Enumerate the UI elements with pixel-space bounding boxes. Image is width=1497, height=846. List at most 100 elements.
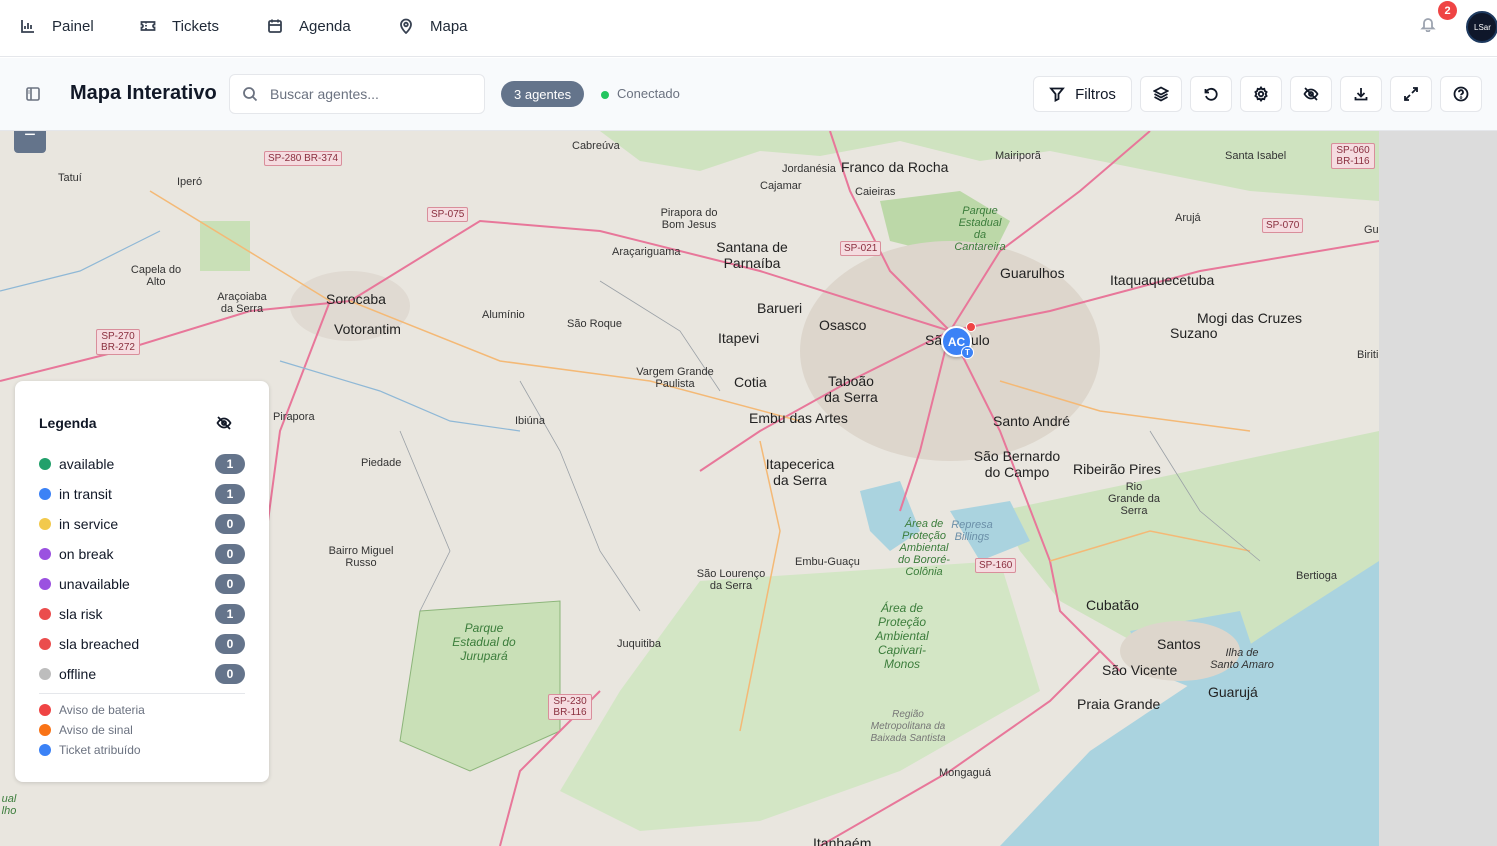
- zoom-out-button[interactable]: −: [14, 131, 46, 153]
- park-label: Área de Proteção Ambiental Capivari-Mono…: [875, 601, 929, 671]
- place-label: São Roque: [567, 318, 623, 330]
- place-label: Cabreúva: [572, 140, 620, 152]
- notifications-button[interactable]: [1420, 16, 1440, 36]
- place-label: São Vicente: [1102, 662, 1178, 678]
- place-label: Embu-Guaçu: [795, 556, 860, 568]
- place-label: Ribeirão Pires: [1073, 461, 1161, 477]
- park-label: Área de Proteção Ambiental do Bororé-Col…: [898, 518, 950, 578]
- fullscreen-button[interactable]: [1390, 76, 1432, 112]
- panel-left-icon: [26, 87, 40, 101]
- legend-label: sla breached: [59, 636, 140, 652]
- hide-agents-button[interactable]: [1290, 76, 1332, 112]
- indicator-dot: [39, 744, 51, 756]
- nav-item-mapa[interactable]: Mapa: [398, 0, 468, 52]
- help-button[interactable]: [1440, 76, 1482, 112]
- place-label: Votorantim: [334, 321, 401, 337]
- refresh-button[interactable]: [1190, 76, 1232, 112]
- filter-icon: [1049, 87, 1065, 102]
- legend-indicator-label: Aviso de bateria: [59, 703, 145, 717]
- nav-item-label: Painel: [52, 17, 94, 35]
- legend-count: 0: [215, 664, 245, 684]
- place-label: Bertioga: [1296, 570, 1337, 582]
- forest-area: [560, 561, 1040, 831]
- legend-title: Legenda: [39, 415, 97, 431]
- place-label: Santana de Parnaíba: [716, 239, 788, 271]
- download-button[interactable]: [1340, 76, 1382, 112]
- legend-item-available: available 1: [39, 454, 245, 474]
- filters-label: Filtros: [1075, 85, 1116, 103]
- gear-icon: [1254, 86, 1268, 102]
- legend-item-offline: offline 0: [39, 664, 245, 684]
- park-label: ual lho: [1, 793, 17, 817]
- download-icon: [1354, 88, 1368, 101]
- nav-item-tickets[interactable]: Tickets: [140, 0, 219, 52]
- notification-badge: 2: [1438, 1, 1457, 20]
- layers-button[interactable]: [1140, 76, 1182, 112]
- nav-item-painel[interactable]: Painel: [20, 0, 94, 52]
- place-label: Piedade: [361, 457, 402, 469]
- agents-count-badge: 3 agentes: [501, 81, 585, 107]
- place-label: Cubatão: [1086, 597, 1139, 613]
- legend-indicator-label: Ticket atribuído: [59, 743, 141, 757]
- place-label: Mongaguá: [939, 767, 991, 779]
- avatar-text: LSar: [1474, 22, 1491, 32]
- place-label: Arujá: [1175, 212, 1201, 224]
- settings-button[interactable]: [1240, 76, 1282, 112]
- place-label: Osasco: [819, 317, 867, 333]
- search-icon: [243, 87, 258, 102]
- calendar-icon: [268, 19, 282, 33]
- region-label: Região Metropolitana da Baixada Santista: [870, 709, 946, 744]
- nav-item-label: Mapa: [430, 17, 468, 35]
- route-shield: SP-280 BR-374: [264, 151, 343, 166]
- legend-count: 0: [215, 574, 245, 594]
- place-label: Praia Grande: [1077, 696, 1161, 712]
- legend-count: 0: [215, 634, 245, 654]
- legend-item-sla-breached: sla breached 0: [39, 634, 245, 654]
- sidebar-toggle-button[interactable]: [25, 86, 43, 104]
- map-legend: Legenda available 1 in transit 1 in serv…: [15, 381, 269, 782]
- avatar[interactable]: LSar: [1466, 11, 1497, 43]
- place-label: Capela do Alto: [130, 264, 182, 288]
- legend-hide-button[interactable]: [216, 415, 234, 433]
- legend-item-in-service: in service 0: [39, 514, 245, 534]
- map-pin-icon: [400, 18, 412, 34]
- connection-status-dot: [601, 91, 609, 99]
- legend-label: unavailable: [59, 576, 130, 592]
- place-label: Pirapora: [273, 411, 315, 423]
- water-label: Represa Billings: [951, 519, 993, 543]
- legend-indicator-ticket: Ticket atribuído: [39, 743, 141, 757]
- search-input[interactable]: [270, 86, 470, 102]
- place-label: Barueri: [757, 300, 803, 316]
- place-label: Juquitiba: [617, 638, 662, 650]
- connection-status-label: Conectado: [617, 86, 680, 101]
- eye-off-icon: [216, 416, 232, 430]
- legend-divider: [39, 693, 245, 694]
- indicator-dot: [39, 704, 51, 716]
- legend-indicator-signal: Aviso de sinal: [39, 723, 133, 737]
- place-label: Jordanésia: [782, 163, 836, 175]
- place-label: Alumínio: [482, 309, 525, 321]
- route-shield: SP-060 BR-116: [1331, 143, 1375, 169]
- place-label: Itapevi: [718, 330, 760, 346]
- map-gutter: [1379, 131, 1497, 846]
- place-label: São Bernardo do Campo: [973, 448, 1061, 480]
- legend-label: in service: [59, 516, 119, 532]
- legend-label: offline: [59, 666, 97, 682]
- route-shield: SP-160: [975, 558, 1017, 573]
- legend-indicator-label: Aviso de sinal: [59, 723, 133, 737]
- top-navigation: Painel Tickets Agenda Mapa 2 LSar: [0, 0, 1497, 57]
- place-label: Mairiporã: [995, 150, 1041, 162]
- status-dot: [39, 668, 51, 680]
- status-dot: [39, 548, 51, 560]
- place-label: Cotia: [734, 374, 767, 390]
- layers-icon: [1153, 86, 1169, 102]
- legend-item-on-break: on break 0: [39, 544, 245, 564]
- legend-count: 1: [215, 454, 245, 474]
- filters-button[interactable]: Filtros: [1033, 76, 1132, 112]
- nav-item-agenda[interactable]: Agenda: [267, 0, 351, 52]
- park-area: [200, 221, 250, 271]
- search-box[interactable]: [229, 74, 485, 114]
- place-label: São Lourenço da Serra: [696, 568, 766, 592]
- page-title: Mapa Interativo: [70, 82, 217, 104]
- place-label: Mogi das Cruzes: [1197, 310, 1303, 326]
